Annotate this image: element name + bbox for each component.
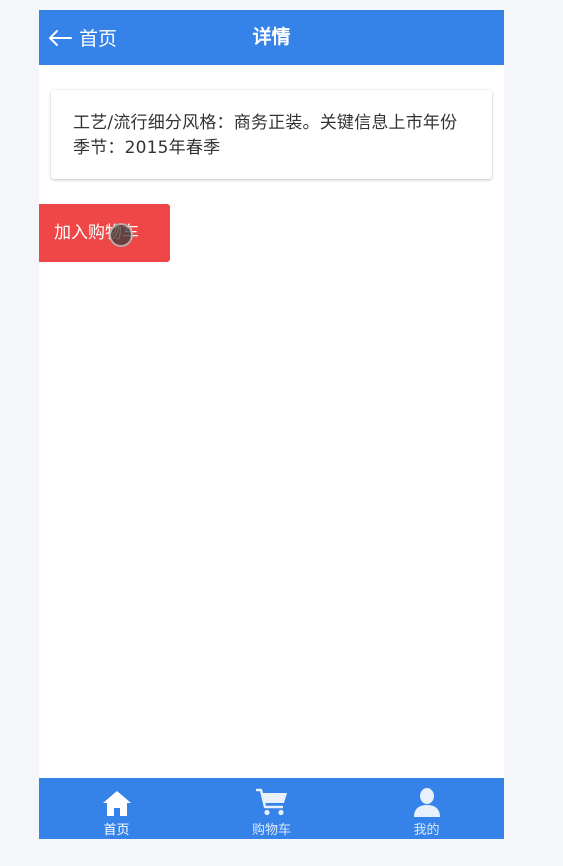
app-screen: 首页 详情 工艺/流行细分风格：商务正装。关键信息上市年份季节：2015年春季 … <box>39 10 504 839</box>
home-icon <box>102 785 132 817</box>
tab-cart[interactable]: 购物车 <box>194 778 349 839</box>
tab-home[interactable]: 首页 <box>39 778 194 839</box>
detail-card: 工艺/流行细分风格：商务正装。关键信息上市年份季节：2015年春季 <box>51 90 492 179</box>
tab-profile-label: 我的 <box>413 823 440 838</box>
tab-bar: 首页 购物车 我的 <box>39 778 504 839</box>
navbar: 首页 详情 <box>39 10 504 65</box>
tab-home-label: 首页 <box>103 823 130 838</box>
tab-cart-label: 购物车 <box>251 823 291 838</box>
detail-text: 工艺/流行细分风格：商务正装。关键信息上市年份季节：2015年春季 <box>73 113 458 158</box>
user-icon <box>412 785 442 817</box>
tab-profile[interactable]: 我的 <box>349 778 504 839</box>
cart-icon <box>255 785 289 817</box>
page-title: 详情 <box>252 26 291 48</box>
add-to-cart-button[interactable]: 加入购物车 <box>39 204 170 262</box>
